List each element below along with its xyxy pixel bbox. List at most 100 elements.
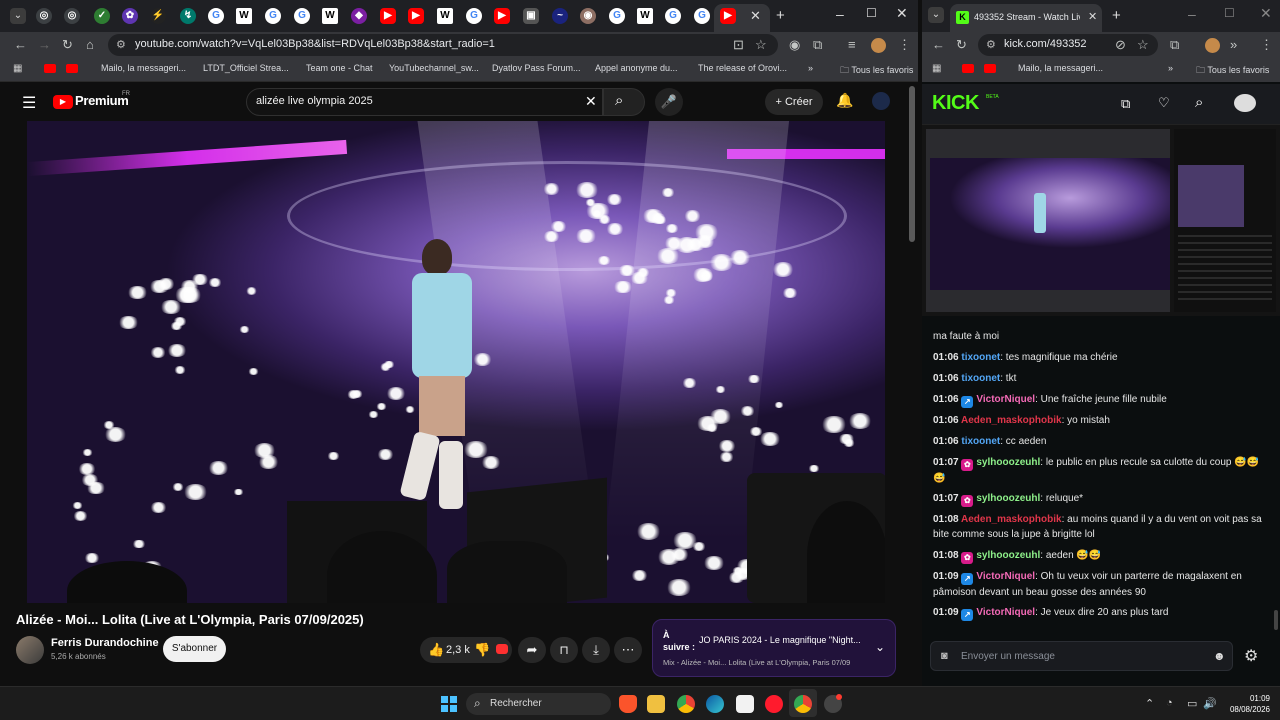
media-control-icon[interactable]: ≡ [848,37,856,53]
tab-app-icon[interactable]: ✿ [122,8,138,24]
opera-icon[interactable] [765,695,783,713]
notes-app-icon[interactable] [736,695,754,713]
following-icon[interactable]: ⧉ [1121,96,1130,112]
chat-username[interactable]: Aeden_maskophobik [961,415,1062,426]
chat-username[interactable]: VictorNiquel [976,607,1035,618]
tab-google-icon[interactable]: G [694,8,710,24]
tab-youtube-icon[interactable]: ▶ [380,8,396,24]
chat-scrollbar[interactable] [1274,610,1278,630]
chat-username[interactable]: Aeden_maskophobik [961,514,1062,525]
site-info-icon[interactable]: ⚙ [986,38,996,51]
chat-badge-icon[interactable]: ↗ [961,573,974,585]
bookmark-item[interactable]: LTDT_Officiel Strea... [203,63,289,73]
extensions-puzzle-icon[interactable]: ⧉ [1170,37,1179,53]
like-icon[interactable]: 👍 [428,637,444,663]
bookmark-youtube-icon[interactable] [984,64,996,73]
windows-start-icon[interactable] [441,696,457,712]
reload-icon[interactable]: ↻ [62,37,73,53]
channel-name[interactable]: Ferris Durandochine [51,637,159,649]
new-tab-icon[interactable]: + [776,7,785,24]
tray-app-icon[interactable]: ◔ [1166,697,1173,709]
search-icon[interactable]: ⌕ [1195,94,1203,111]
chevron-down-icon[interactable]: ⌄ [875,640,885,654]
profile-avatar[interactable] [1205,38,1220,53]
tab-google-icon[interactable]: G [665,8,681,24]
dislike-icon[interactable]: 👎 [474,637,490,663]
tab-app-icon[interactable]: ◉ [580,8,596,24]
bookmark-youtube-icon[interactable] [66,64,78,73]
chat-badge-icon[interactable]: ✿ [961,495,974,507]
home-icon[interactable]: ⌂ [86,37,94,53]
youtube-logo-icon[interactable]: ▶ [53,95,73,109]
all-bookmarks-folder[interactable]: 🗀 Tous les favoris [1196,63,1269,79]
tab-google-icon[interactable]: G [609,8,625,24]
tray-chevron-up-icon[interactable]: ⌃ [1145,697,1154,710]
clear-search-icon[interactable]: ✕ [585,93,597,110]
chat-username[interactable]: tixoonet [961,436,1000,447]
tab-app-icon[interactable]: ✓ [94,8,110,24]
channel-avatar[interactable] [16,636,44,664]
minimize-icon[interactable]: – [1188,6,1196,22]
extension-icon[interactable]: ◉ [789,37,800,53]
tab-search-chevron-icon[interactable]: ⌄ [928,7,944,23]
subscribe-button[interactable]: S'abonner [163,636,226,662]
video-player[interactable] [27,121,885,603]
tab-chrome-icon[interactable]: ◎ [36,8,52,24]
bookmark-youtube-icon[interactable] [44,64,56,73]
maximize-icon[interactable]: ☐ [1224,6,1235,20]
tab-app-icon[interactable]: ↯ [180,8,196,24]
chat-username[interactable]: tixoonet [961,373,1000,384]
youtube-premium-logo[interactable]: Premium [75,93,129,108]
chat-settings-gear-icon[interactable]: ⚙ [1244,646,1258,666]
apps-grid-icon[interactable]: ▦ [932,63,941,74]
chat-username[interactable]: sylhooozeuhl [976,493,1040,504]
back-icon[interactable]: ← [14,37,27,53]
maximize-icon[interactable]: ☐ [866,6,877,20]
stream-player[interactable] [922,124,1280,316]
tab-wikipedia-icon[interactable]: W [322,8,338,24]
brave-browser-icon[interactable] [619,695,637,713]
chat-badge-icon[interactable]: ↗ [961,609,974,621]
bookmark-item[interactable]: Appel anonyme du... [595,63,678,73]
save-bookmark-icon[interactable]: ⊓ [550,637,578,663]
install-app-icon[interactable]: ⊡ [733,37,744,53]
tab-close-icon[interactable]: ✕ [750,8,761,24]
bookmark-item[interactable]: YouTubechannel_sw... [389,63,479,73]
page-scrollbar[interactable] [909,86,915,242]
chrome-icon[interactable] [677,695,695,713]
hamburger-menu-icon[interactable]: ☰ [22,93,36,113]
chat-username[interactable]: VictorNiquel [976,394,1035,405]
chrome-menu-icon[interactable]: ⋮ [898,37,911,53]
tab-google-icon[interactable]: G [294,8,310,24]
bookmark-item[interactable]: The release of Orovi... [698,63,787,73]
voice-search-icon[interactable]: 🎤 [655,88,683,116]
apps-grid-icon[interactable]: ▦ [13,63,22,74]
bookmark-star-icon[interactable]: ☆ [1137,37,1149,53]
bookmarks-overflow-icon[interactable]: » [1168,63,1173,73]
tab-google-icon[interactable]: G [466,8,482,24]
tab-wikipedia-icon[interactable]: W [637,8,653,24]
back-icon[interactable]: ← [932,37,945,53]
network-icon[interactable]: ▭ [1187,697,1197,710]
tab-wikipedia-icon[interactable]: W [236,8,252,24]
tab-app-icon[interactable]: ◆ [351,8,367,24]
chat-username[interactable]: VictorNiquel [976,571,1035,582]
chat-username[interactable]: sylhooozeuhl [976,457,1040,468]
taskbar-search-box[interactable]: ⌕ Rechercher [466,693,611,715]
all-bookmarks-folder[interactable]: 🗀 Tous les favoris [840,63,913,79]
extensions-puzzle-icon[interactable]: ⧉ [813,37,822,53]
overflow-icon[interactable]: » [1230,37,1237,53]
chat-badge-icon[interactable]: ↗ [961,396,974,408]
tab-app-icon[interactable]: ⚡ [150,8,166,24]
share-icon[interactable]: ➦ [518,637,546,663]
bookmarks-overflow-icon[interactable]: » [808,63,813,73]
chrome-icon[interactable] [794,695,812,713]
bookmark-youtube-icon[interactable] [962,64,974,73]
emoji-icon[interactable]: ☻ [1213,649,1226,663]
chrome-menu-icon[interactable]: ⋮ [1260,37,1273,53]
download-icon[interactable]: ⤓ [582,637,610,663]
tab-chrome-icon[interactable]: ◎ [64,8,80,24]
chat-input[interactable]: ◙ Envoyer un message ☻ [930,641,1233,671]
tab-google-icon[interactable]: G [265,8,281,24]
tab-app-icon[interactable]: ~ [552,8,568,24]
